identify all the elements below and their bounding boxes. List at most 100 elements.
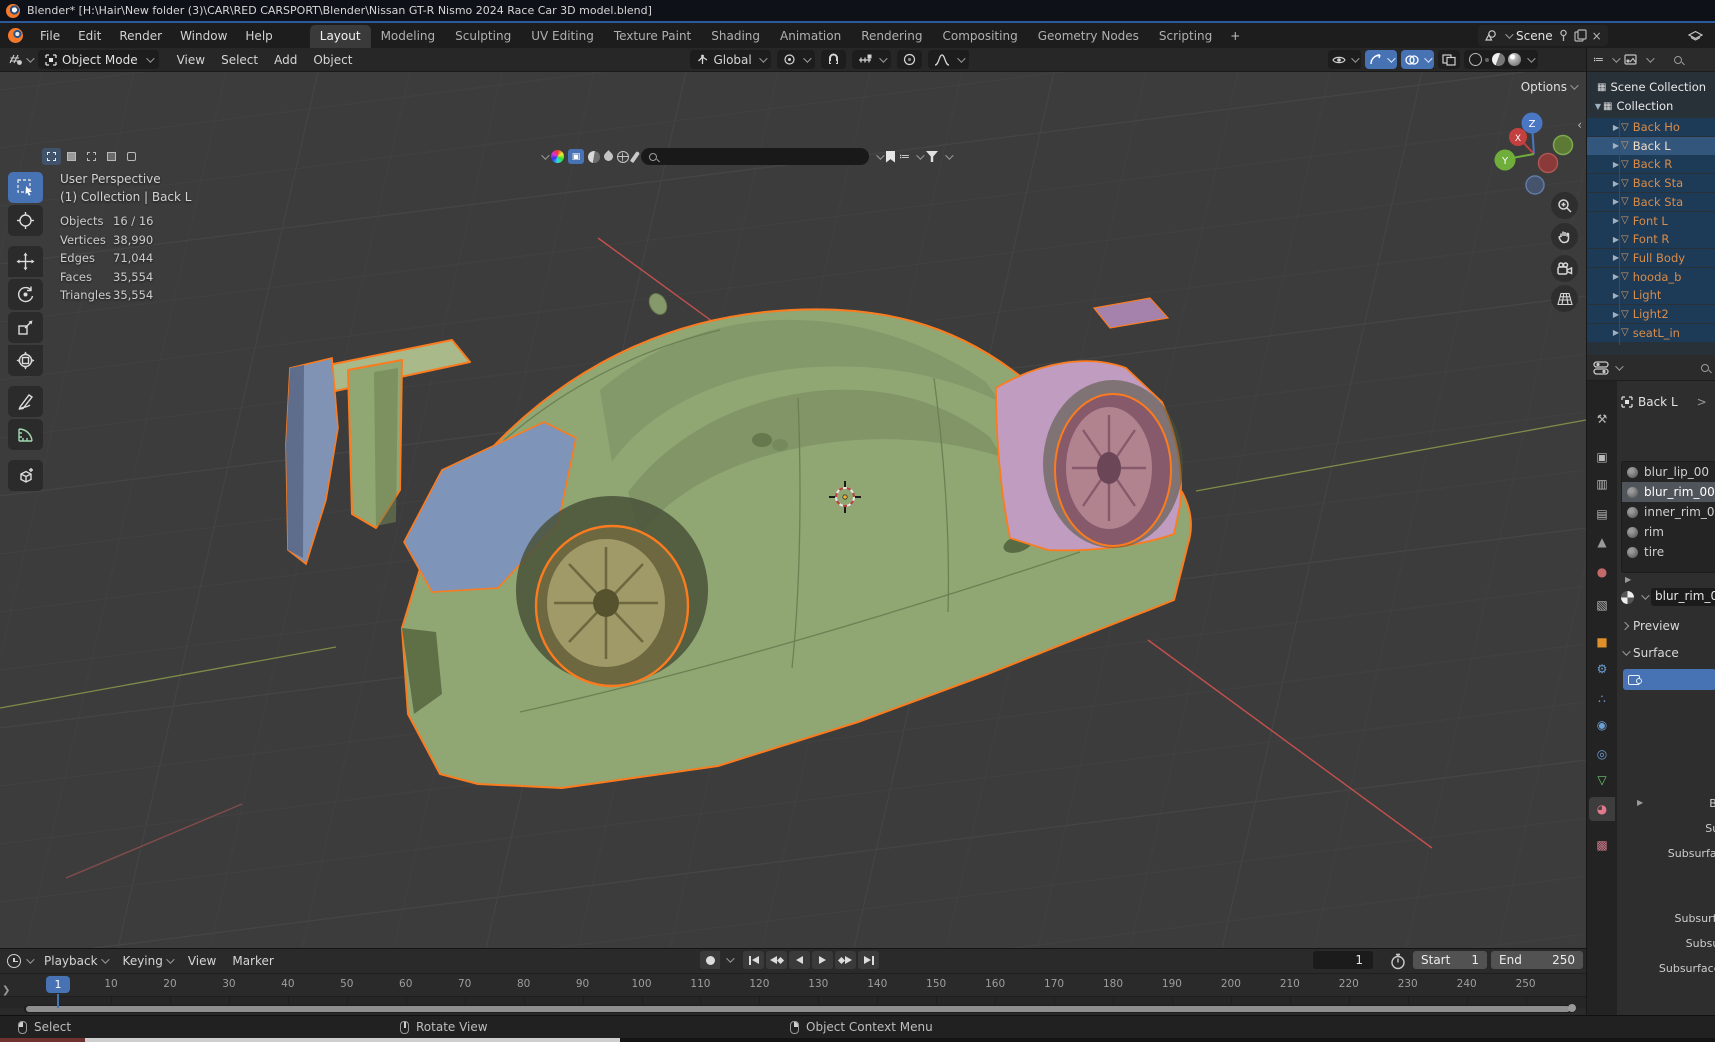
rotate-tool[interactable] bbox=[8, 279, 43, 310]
frame-ruler[interactable]: 1 10 20 30 40 50 60 70 80 90 100 110 120 130 140 150 16… bbox=[0, 974, 1586, 996]
gizmo-y-neg[interactable] bbox=[1552, 134, 1574, 156]
snap-toggle[interactable] bbox=[820, 50, 846, 69]
play-reverse-button[interactable] bbox=[789, 951, 810, 969]
timeline-menu-keying[interactable]: Keying bbox=[115, 952, 180, 970]
auto-keying-button[interactable] bbox=[700, 951, 720, 969]
cursor-tool[interactable] bbox=[8, 205, 43, 236]
rear-wheel[interactable] bbox=[534, 524, 690, 688]
orientation-dropdown[interactable]: Global bbox=[690, 50, 771, 69]
menu-window[interactable]: Window bbox=[171, 26, 236, 46]
scale-tool[interactable] bbox=[8, 312, 43, 343]
slot-expand-icon[interactable]: ▶ bbox=[1625, 575, 1631, 584]
tab-particles-icon[interactable]: ∴ bbox=[1589, 687, 1615, 711]
outliner-item-back-sta[interactable]: ▶ ▽ Back Sta bbox=[1587, 174, 1715, 193]
add-primitive-tool[interactable] bbox=[8, 460, 43, 491]
material-slot-rim[interactable]: rim bbox=[1622, 522, 1715, 542]
outliner-item-back-sta[interactable]: ▶ ▽ Back Sta bbox=[1587, 192, 1715, 211]
menu-edit[interactable]: Edit bbox=[69, 26, 110, 46]
playhead[interactable]: 1 bbox=[46, 976, 70, 993]
pivot-dropdown[interactable] bbox=[776, 50, 815, 69]
outliner-filter-icon[interactable] bbox=[1624, 54, 1637, 65]
timeline-menu-marker[interactable]: Marker bbox=[224, 952, 281, 970]
tab-view-layer-icon[interactable]: ▤ bbox=[1589, 502, 1615, 526]
viewport-menu-select[interactable]: Select bbox=[213, 51, 266, 69]
front-wheel[interactable] bbox=[1054, 393, 1172, 547]
outliner-editor-icon[interactable]: ≔ bbox=[1593, 53, 1604, 66]
outliner-root[interactable]: ▦ Scene Collection bbox=[1587, 78, 1715, 96]
collection-disclosure-icon[interactable]: ▼ bbox=[1593, 102, 1603, 111]
measure-tool[interactable] bbox=[8, 419, 43, 450]
tab-object-icon[interactable]: ■ bbox=[1589, 630, 1615, 654]
solid-shading-button[interactable] bbox=[1485, 57, 1489, 62]
menu-render[interactable]: Render bbox=[110, 26, 171, 46]
viewport-menu-add[interactable]: Add bbox=[266, 51, 305, 69]
current-frame-field[interactable]: 1 bbox=[1313, 951, 1373, 969]
outliner-item-font-r[interactable]: ▶ ▽ Font R bbox=[1587, 230, 1715, 249]
gizmo-x-neg[interactable] bbox=[1537, 152, 1559, 174]
options-dropdown[interactable]: Options bbox=[1521, 80, 1579, 94]
scene-selector[interactable]: Scene × bbox=[1478, 25, 1608, 46]
workspace-tab-layout[interactable]: Layout bbox=[309, 25, 371, 48]
tab-world-icon[interactable]: ● bbox=[1589, 560, 1615, 584]
overlays-toggle[interactable] bbox=[1401, 50, 1434, 69]
viewport-menu-object[interactable]: Object bbox=[305, 51, 360, 69]
base-color-disclosure-icon[interactable]: ▶ bbox=[1637, 798, 1643, 807]
close-scene-icon[interactable]: × bbox=[1592, 29, 1602, 43]
blender-menu-icon[interactable] bbox=[8, 28, 23, 43]
annotate-tool[interactable] bbox=[8, 386, 43, 417]
add-workspace-button[interactable]: + bbox=[1222, 26, 1248, 46]
ortho-toggle-button[interactable] bbox=[1551, 285, 1578, 312]
tab-constraints-icon[interactable]: ◎ bbox=[1589, 742, 1615, 766]
gizmos-toggle[interactable] bbox=[1365, 50, 1397, 69]
mode-dropdown[interactable]: Object Mode bbox=[38, 50, 159, 69]
play-button[interactable] bbox=[812, 951, 833, 969]
surface-section[interactable]: Surface bbox=[1619, 646, 1679, 660]
workspace-tab-uv-editing[interactable]: UV Editing bbox=[521, 25, 604, 48]
editor-type-button[interactable] bbox=[8, 52, 35, 67]
workspace-tab-geometry-nodes[interactable]: Geometry Nodes bbox=[1028, 25, 1149, 48]
menu-file[interactable]: File bbox=[31, 26, 69, 46]
outliner-item-full-body[interactable]: ▶ ▽ Full Body bbox=[1587, 248, 1715, 267]
outliner-item-seatl_in[interactable]: ▶ ▽ seatL_in bbox=[1587, 323, 1715, 342]
workspace-tab-shading[interactable]: Shading bbox=[701, 25, 770, 48]
material-selector[interactable]: blur_rim_0 bbox=[1621, 587, 1715, 607]
preview-section[interactable]: Preview bbox=[1619, 619, 1680, 633]
breadcrumb-object[interactable]: Back L bbox=[1638, 395, 1678, 409]
prev-keyframe-button[interactable] bbox=[766, 951, 787, 969]
outliner-item-back-r[interactable]: ▶ ▽ Back R bbox=[1587, 155, 1715, 174]
timeline-menu-view[interactable]: View bbox=[180, 952, 224, 970]
material-slot-blur_rim_00[interactable]: blur_rim_00 bbox=[1622, 482, 1715, 502]
timeline-scrollbar[interactable] bbox=[24, 1004, 1576, 1013]
outliner-item-light[interactable]: ▶ ▽ Light bbox=[1587, 286, 1715, 305]
show-object-types-dropdown[interactable] bbox=[1328, 50, 1361, 69]
timeline-editor-button[interactable] bbox=[7, 954, 35, 968]
material-shading-button[interactable] bbox=[1492, 53, 1505, 66]
jump-to-start-button[interactable] bbox=[743, 951, 764, 969]
workspace-tab-modeling[interactable]: Modeling bbox=[371, 25, 446, 48]
tab-modifiers-icon[interactable]: ⚙ bbox=[1589, 657, 1615, 681]
scrollbar-thumb[interactable] bbox=[26, 1006, 1570, 1012]
wireframe-shading-button[interactable] bbox=[1469, 53, 1482, 66]
outliner-item-light2[interactable]: ▶ ▽ Light2 bbox=[1587, 305, 1715, 323]
xray-toggle[interactable] bbox=[1438, 50, 1460, 69]
workspace-tab-compositing[interactable]: Compositing bbox=[932, 25, 1027, 48]
outliner-collection[interactable]: ▼ ▦ Collection bbox=[1587, 97, 1715, 115]
tab-render-icon[interactable]: ▣ bbox=[1589, 445, 1615, 469]
outliner-item-hooda_b[interactable]: ▶ ▽ hooda_b bbox=[1587, 267, 1715, 286]
workspace-tab-rendering[interactable]: Rendering bbox=[851, 25, 932, 48]
zoom-button[interactable] bbox=[1551, 192, 1578, 219]
viewport-menu-view[interactable]: View bbox=[169, 51, 213, 69]
workspace-tab-sculpting[interactable]: Sculpting bbox=[445, 25, 521, 48]
tab-tool-icon[interactable]: ⚒ bbox=[1589, 407, 1615, 431]
workspace-tab-animation[interactable]: Animation bbox=[770, 25, 851, 48]
viewport-3d[interactable]: ▣ ≔ User Perspective (1) Collection | Ba… bbox=[0, 72, 1586, 948]
view-layer-icon[interactable] bbox=[1688, 29, 1703, 42]
end-frame-field[interactable]: End 250 bbox=[1491, 951, 1583, 969]
menu-help[interactable]: Help bbox=[236, 26, 281, 46]
properties-search-icon[interactable] bbox=[1701, 363, 1709, 372]
snap-with-dropdown[interactable] bbox=[851, 50, 891, 69]
outliner-search-icon[interactable] bbox=[1674, 55, 1682, 64]
pan-hand-button[interactable] bbox=[1551, 223, 1578, 250]
gizmo-z-neg[interactable] bbox=[1525, 175, 1545, 195]
tab-collection-icon[interactable]: ▧ bbox=[1589, 593, 1615, 617]
